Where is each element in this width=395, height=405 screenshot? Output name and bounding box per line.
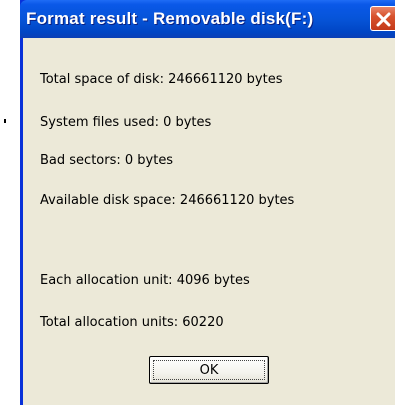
- ok-button[interactable]: OK: [149, 356, 269, 384]
- allocation-unit-text: Each allocation unit: 4096 bytes: [40, 273, 250, 288]
- available-space-text: Available disk space: 246661120 bytes: [40, 193, 295, 208]
- close-button[interactable]: [370, 6, 395, 31]
- title-bar[interactable]: Format result - Removable disk(F:): [20, 0, 395, 38]
- system-files-text: System files used: 0 bytes: [40, 115, 212, 130]
- bad-sectors-text: Bad sectors: 0 bytes: [40, 153, 174, 168]
- stray-mark: [4, 119, 6, 123]
- screen: Format result - Removable disk(F:) Total…: [0, 0, 395, 405]
- format-result-dialog: Format result - Removable disk(F:) Total…: [20, 0, 395, 405]
- window-title: Format result - Removable disk(F:): [26, 9, 314, 28]
- allocation-units-total-text: Total allocation units: 60220: [40, 315, 224, 330]
- total-space-text: Total space of disk: 246661120 bytes: [40, 72, 283, 87]
- dialog-body: Total space of disk: 246661120 bytes Sys…: [23, 38, 395, 405]
- close-x-icon: [376, 12, 391, 27]
